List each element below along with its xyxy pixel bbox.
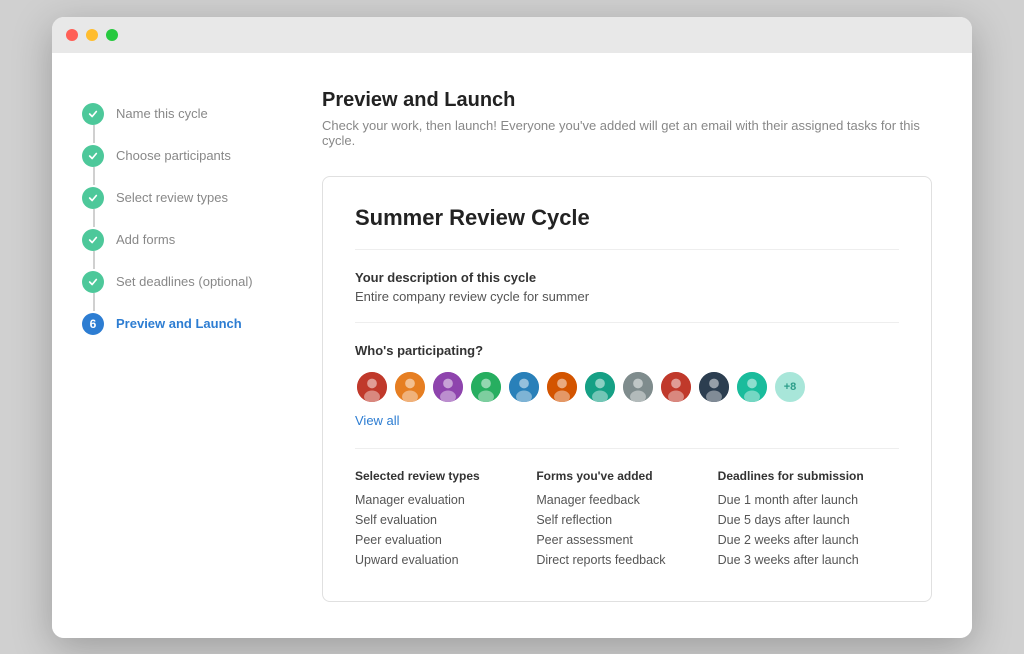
col-2-item-0: Due 1 month after launch <box>718 493 899 507</box>
col-0-item-3: Upward evaluation <box>355 553 536 567</box>
avatar-more-badge: +8 <box>773 370 807 404</box>
step-icon-6: 6 <box>82 313 104 335</box>
step-label-1: Name this cycle <box>116 106 208 121</box>
maximize-button[interactable] <box>106 29 118 41</box>
avatar-7 <box>583 370 617 404</box>
view-all-link[interactable]: View all <box>355 413 400 428</box>
col-1-item-2: Peer assessment <box>536 533 717 547</box>
column-1: Forms you've added Manager feedback Self r… <box>536 469 717 573</box>
col-0-item-2: Peer evaluation <box>355 533 536 547</box>
columns-grid: Selected review typesManager evaluationS… <box>355 469 899 573</box>
avatar-6 <box>545 370 579 404</box>
content-area: Name this cycle Choose participants Select… <box>52 53 972 638</box>
title-bar <box>52 17 972 53</box>
step-icon-4 <box>82 229 104 251</box>
col-2-item-1: Due 5 days after launch <box>718 513 899 527</box>
page-subtitle: Check your work, then launch! Everyone y… <box>322 118 932 148</box>
step-label-5: Set deadlines (optional) <box>116 274 253 289</box>
avatar-11 <box>735 370 769 404</box>
column-2: Deadlines for submission Due 1 month afte… <box>718 469 899 573</box>
col-header-2: Deadlines for submission <box>718 469 899 483</box>
app-window: Name this cycle Choose participants Select… <box>52 17 972 638</box>
sidebar: Name this cycle Choose participants Select… <box>52 53 282 638</box>
step-item-6: 6 Preview and Launch <box>82 303 262 345</box>
minimize-button[interactable] <box>86 29 98 41</box>
avatar-1 <box>355 370 389 404</box>
avatars-row: +8 <box>355 370 899 404</box>
col-header-0: Selected review types <box>355 469 536 483</box>
col-0-item-1: Self evaluation <box>355 513 536 527</box>
step-list: Name this cycle Choose participants Select… <box>82 93 262 345</box>
avatar-4 <box>469 370 503 404</box>
participants-section: Who's participating? <box>355 343 899 449</box>
avatar-9 <box>659 370 693 404</box>
preview-card: Summer Review Cycle Your description of … <box>322 176 932 602</box>
cycle-title: Summer Review Cycle <box>355 205 899 250</box>
page-title: Preview and Launch <box>322 89 932 112</box>
col-1-item-3: Direct reports feedback <box>536 553 717 567</box>
step-item-2[interactable]: Choose participants <box>82 135 262 177</box>
close-button[interactable] <box>66 29 78 41</box>
step-label-4: Add forms <box>116 232 175 247</box>
step-icon-1 <box>82 103 104 125</box>
avatar-2 <box>393 370 427 404</box>
col-0-item-0: Manager evaluation <box>355 493 536 507</box>
col-1-item-1: Self reflection <box>536 513 717 527</box>
avatar-10 <box>697 370 731 404</box>
step-icon-5 <box>82 271 104 293</box>
col-1-item-0: Manager feedback <box>536 493 717 507</box>
description-value: Entire company review cycle for summer <box>355 289 899 323</box>
step-icon-2 <box>82 145 104 167</box>
main-content: Preview and Launch Check your work, then… <box>282 53 972 638</box>
step-label-2: Choose participants <box>116 148 231 163</box>
participants-label: Who's participating? <box>355 343 899 358</box>
step-item-5[interactable]: Set deadlines (optional) <box>82 261 262 303</box>
avatar-5 <box>507 370 541 404</box>
step-icon-3 <box>82 187 104 209</box>
avatar-8 <box>621 370 655 404</box>
step-item-1[interactable]: Name this cycle <box>82 93 262 135</box>
step-label-6: Preview and Launch <box>116 316 242 331</box>
step-item-3[interactable]: Select review types <box>82 177 262 219</box>
column-0: Selected review types Manager evaluation S… <box>355 469 536 573</box>
avatar-3 <box>431 370 465 404</box>
col-2-item-3: Due 3 weeks after launch <box>718 553 899 567</box>
step-item-4[interactable]: Add forms <box>82 219 262 261</box>
col-2-item-2: Due 2 weeks after launch <box>718 533 899 547</box>
col-header-1: Forms you've added <box>536 469 717 483</box>
description-label: Your description of this cycle <box>355 270 899 285</box>
step-label-3: Select review types <box>116 190 228 205</box>
